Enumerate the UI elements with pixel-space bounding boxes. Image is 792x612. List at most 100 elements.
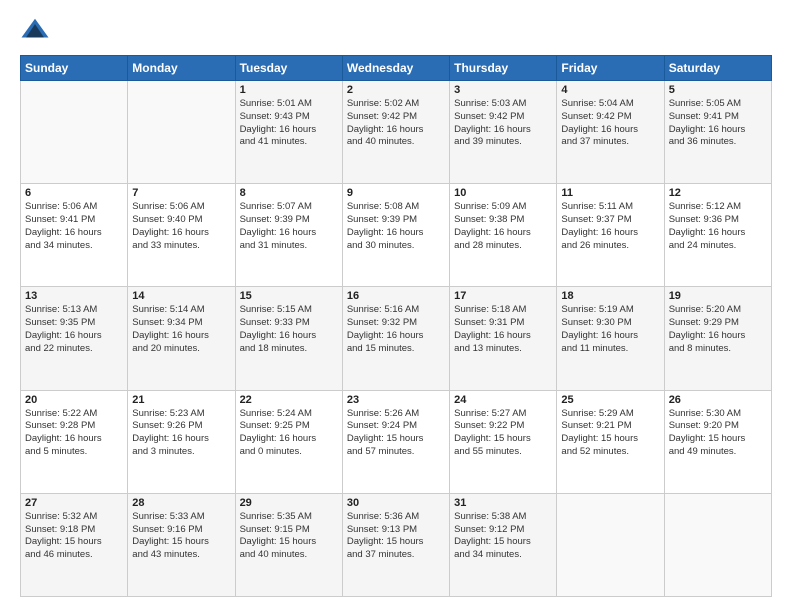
day-cell: 23 Sunrise: 5:26 AM Sunset: 9:24 PM Dayli… <box>342 390 449 493</box>
day-info: Sunrise: 5:01 AM Sunset: 9:43 PM Dayligh… <box>240 98 317 147</box>
day-cell: 1 Sunrise: 5:01 AM Sunset: 9:43 PM Daylig… <box>235 81 342 184</box>
day-number: 1 <box>240 84 338 96</box>
day-number: 14 <box>132 290 230 302</box>
day-info: Sunrise: 5:18 AM Sunset: 9:31 PM Dayligh… <box>454 304 531 353</box>
day-number: 30 <box>347 497 445 509</box>
day-cell: 11 Sunrise: 5:11 AM Sunset: 9:37 PM Dayli… <box>557 184 664 287</box>
day-number: 15 <box>240 290 338 302</box>
day-number: 12 <box>669 187 767 199</box>
logo-icon <box>20 15 50 45</box>
day-info: Sunrise: 5:33 AM Sunset: 9:16 PM Dayligh… <box>132 511 209 560</box>
day-cell: 17Sunrise: 5:18 AM Sunset: 9:31 PM Dayli… <box>450 287 557 390</box>
day-number: 22 <box>240 394 338 406</box>
day-cell: 25 Sunrise: 5:29 AM Sunset: 9:21 PM Dayli… <box>557 390 664 493</box>
weekday-header-row: SundayMondayTuesdayWednesdayThursdayFrid… <box>21 56 772 81</box>
day-number: 10 <box>454 187 552 199</box>
day-number: 26 <box>669 394 767 406</box>
day-number: 11 <box>561 187 659 199</box>
day-info: Sunrise: 5:07 AM Sunset: 9:39 PM Dayligh… <box>240 201 317 250</box>
day-info: Sunrise: 5:09 AM Sunset: 9:38 PM Dayligh… <box>454 201 531 250</box>
day-info: Sunrise: 5:23 AM Sunset: 9:26 PM Dayligh… <box>132 408 209 457</box>
day-info: Sunrise: 5:30 AM Sunset: 9:20 PM Dayligh… <box>669 408 746 457</box>
day-number: 5 <box>669 84 767 96</box>
day-number: 8 <box>240 187 338 199</box>
week-row-4: 20 Sunrise: 5:22 AM Sunset: 9:28 PM Dayli… <box>21 390 772 493</box>
day-info: Sunrise: 5:38 AM Sunset: 9:12 PM Dayligh… <box>454 511 531 560</box>
day-info: Sunrise: 5:13 AM Sunset: 9:35 PM Dayligh… <box>25 304 102 353</box>
week-row-3: 13Sunrise: 5:13 AM Sunset: 9:35 PM Dayli… <box>21 287 772 390</box>
day-cell: 20 Sunrise: 5:22 AM Sunset: 9:28 PM Dayli… <box>21 390 128 493</box>
day-info: Sunrise: 5:35 AM Sunset: 9:15 PM Dayligh… <box>240 511 317 560</box>
day-number: 28 <box>132 497 230 509</box>
day-cell: 30 Sunrise: 5:36 AM Sunset: 9:13 PM Dayli… <box>342 493 449 596</box>
day-number: 3 <box>454 84 552 96</box>
day-number: 16 <box>347 290 445 302</box>
day-cell: 10 Sunrise: 5:09 AM Sunset: 9:38 PM Dayli… <box>450 184 557 287</box>
day-cell: 13Sunrise: 5:13 AM Sunset: 9:35 PM Dayli… <box>21 287 128 390</box>
day-cell: 27Sunrise: 5:32 AM Sunset: 9:18 PM Dayli… <box>21 493 128 596</box>
day-info: Sunrise: 5:06 AM Sunset: 9:40 PM Dayligh… <box>132 201 209 250</box>
day-number: 29 <box>240 497 338 509</box>
day-cell <box>128 81 235 184</box>
day-cell: 18 Sunrise: 5:19 AM Sunset: 9:30 PM Dayli… <box>557 287 664 390</box>
day-info: Sunrise: 5:05 AM Sunset: 9:41 PM Dayligh… <box>669 98 746 147</box>
day-cell: 16 Sunrise: 5:16 AM Sunset: 9:32 PM Dayli… <box>342 287 449 390</box>
weekday-tuesday: Tuesday <box>235 56 342 81</box>
day-number: 31 <box>454 497 552 509</box>
day-info: Sunrise: 5:11 AM Sunset: 9:37 PM Dayligh… <box>561 201 638 250</box>
week-row-1: 1 Sunrise: 5:01 AM Sunset: 9:43 PM Daylig… <box>21 81 772 184</box>
day-cell: 7 Sunrise: 5:06 AM Sunset: 9:40 PM Daylig… <box>128 184 235 287</box>
day-cell: 2Sunrise: 5:02 AM Sunset: 9:42 PM Daylig… <box>342 81 449 184</box>
day-info: Sunrise: 5:19 AM Sunset: 9:30 PM Dayligh… <box>561 304 638 353</box>
day-cell: 31 Sunrise: 5:38 AM Sunset: 9:12 PM Dayli… <box>450 493 557 596</box>
day-info: Sunrise: 5:29 AM Sunset: 9:21 PM Dayligh… <box>561 408 638 457</box>
day-cell: 22 Sunrise: 5:24 AM Sunset: 9:25 PM Dayli… <box>235 390 342 493</box>
day-info: Sunrise: 5:26 AM Sunset: 9:24 PM Dayligh… <box>347 408 424 457</box>
page: SundayMondayTuesdayWednesdayThursdayFrid… <box>0 0 792 612</box>
weekday-thursday: Thursday <box>450 56 557 81</box>
logo <box>20 15 54 45</box>
day-number: 21 <box>132 394 230 406</box>
day-info: Sunrise: 5:14 AM Sunset: 9:34 PM Dayligh… <box>132 304 209 353</box>
day-cell: 12Sunrise: 5:12 AM Sunset: 9:36 PM Dayli… <box>664 184 771 287</box>
day-cell <box>557 493 664 596</box>
day-number: 23 <box>347 394 445 406</box>
day-info: Sunrise: 5:24 AM Sunset: 9:25 PM Dayligh… <box>240 408 317 457</box>
day-cell: 15Sunrise: 5:15 AM Sunset: 9:33 PM Dayli… <box>235 287 342 390</box>
calendar: SundayMondayTuesdayWednesdayThursdayFrid… <box>20 55 772 597</box>
day-info: Sunrise: 5:16 AM Sunset: 9:32 PM Dayligh… <box>347 304 424 353</box>
day-number: 25 <box>561 394 659 406</box>
day-info: Sunrise: 5:20 AM Sunset: 9:29 PM Dayligh… <box>669 304 746 353</box>
weekday-friday: Friday <box>557 56 664 81</box>
day-cell: 28 Sunrise: 5:33 AM Sunset: 9:16 PM Dayli… <box>128 493 235 596</box>
day-number: 4 <box>561 84 659 96</box>
day-cell: 29 Sunrise: 5:35 AM Sunset: 9:15 PM Dayli… <box>235 493 342 596</box>
day-number: 6 <box>25 187 123 199</box>
header <box>20 15 772 45</box>
day-info: Sunrise: 5:03 AM Sunset: 9:42 PM Dayligh… <box>454 98 531 147</box>
day-info: Sunrise: 5:04 AM Sunset: 9:42 PM Dayligh… <box>561 98 638 147</box>
day-info: Sunrise: 5:32 AM Sunset: 9:18 PM Dayligh… <box>25 511 102 560</box>
day-info: Sunrise: 5:22 AM Sunset: 9:28 PM Dayligh… <box>25 408 102 457</box>
day-cell: 21 Sunrise: 5:23 AM Sunset: 9:26 PM Dayli… <box>128 390 235 493</box>
weekday-monday: Monday <box>128 56 235 81</box>
day-cell: 5 Sunrise: 5:05 AM Sunset: 9:41 PM Daylig… <box>664 81 771 184</box>
day-number: 7 <box>132 187 230 199</box>
day-info: Sunrise: 5:27 AM Sunset: 9:22 PM Dayligh… <box>454 408 531 457</box>
day-cell <box>664 493 771 596</box>
day-cell: 4 Sunrise: 5:04 AM Sunset: 9:42 PM Daylig… <box>557 81 664 184</box>
day-number: 18 <box>561 290 659 302</box>
day-cell: 8 Sunrise: 5:07 AM Sunset: 9:39 PM Daylig… <box>235 184 342 287</box>
day-info: Sunrise: 5:06 AM Sunset: 9:41 PM Dayligh… <box>25 201 102 250</box>
day-cell: 24Sunrise: 5:27 AM Sunset: 9:22 PM Dayli… <box>450 390 557 493</box>
day-cell <box>21 81 128 184</box>
day-info: Sunrise: 5:36 AM Sunset: 9:13 PM Dayligh… <box>347 511 424 560</box>
week-row-5: 27Sunrise: 5:32 AM Sunset: 9:18 PM Dayli… <box>21 493 772 596</box>
day-number: 2 <box>347 84 445 96</box>
day-number: 20 <box>25 394 123 406</box>
day-info: Sunrise: 5:08 AM Sunset: 9:39 PM Dayligh… <box>347 201 424 250</box>
day-cell: 26 Sunrise: 5:30 AM Sunset: 9:20 PM Dayli… <box>664 390 771 493</box>
day-cell: 3 Sunrise: 5:03 AM Sunset: 9:42 PM Daylig… <box>450 81 557 184</box>
day-cell: 19Sunrise: 5:20 AM Sunset: 9:29 PM Dayli… <box>664 287 771 390</box>
week-row-2: 6 Sunrise: 5:06 AM Sunset: 9:41 PM Daylig… <box>21 184 772 287</box>
